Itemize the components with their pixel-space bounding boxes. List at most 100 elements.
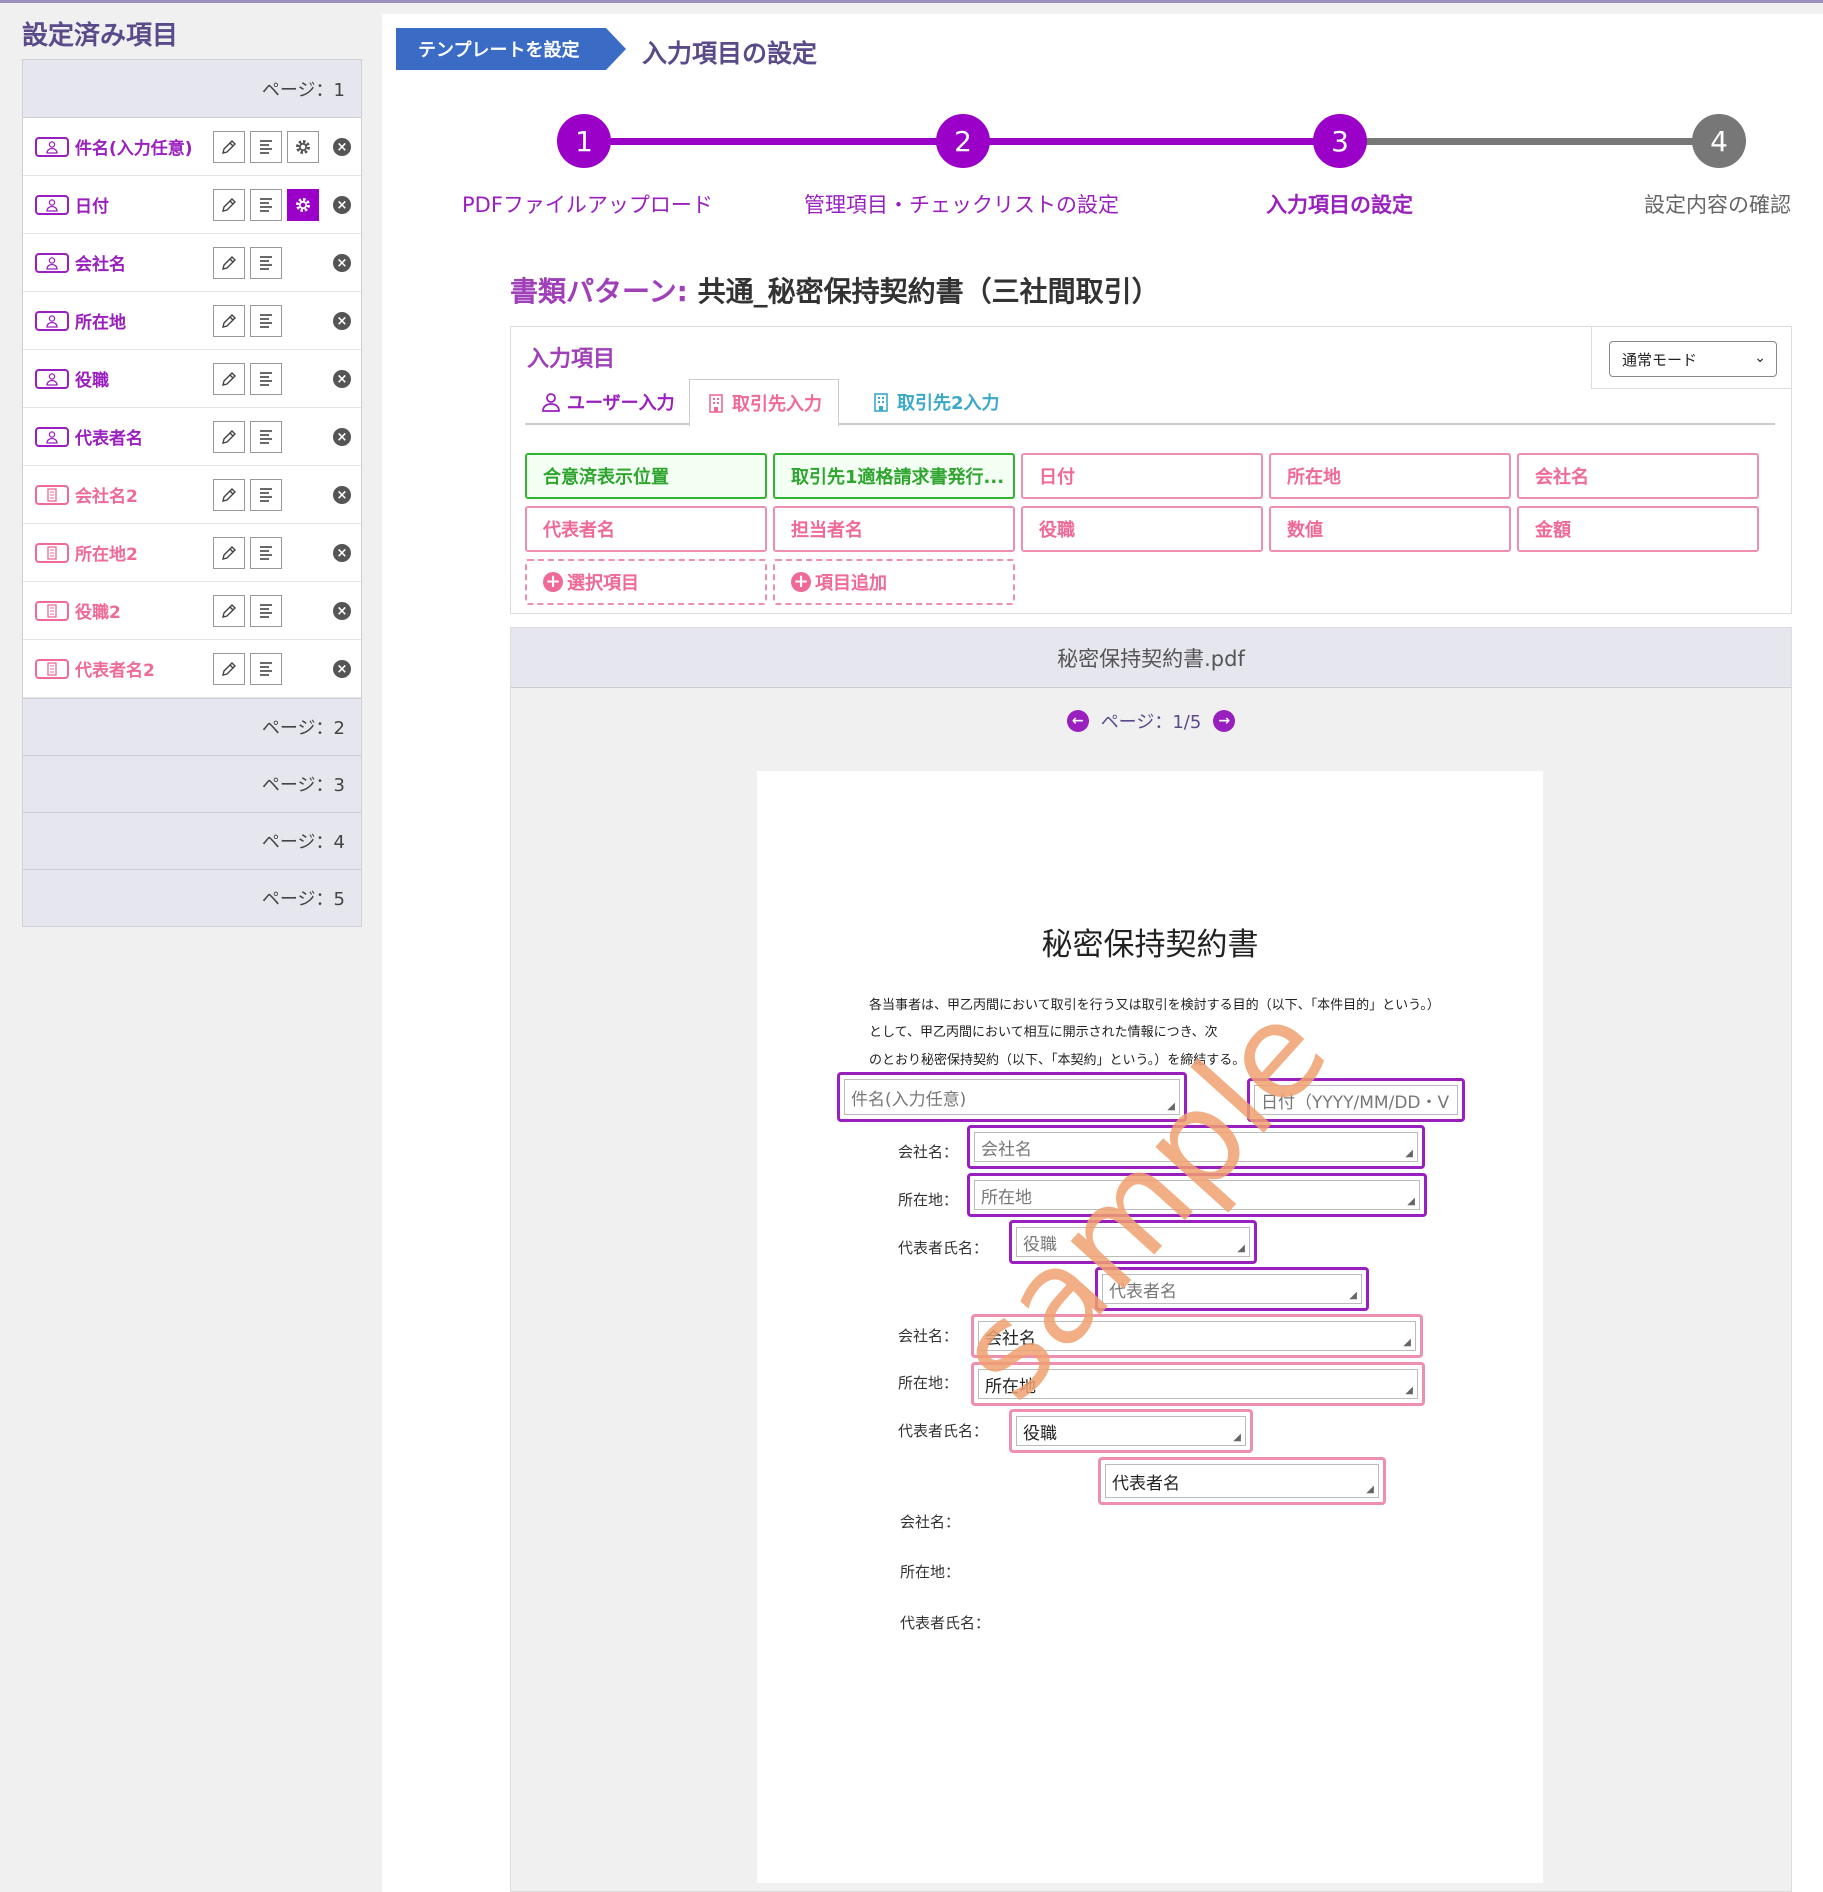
sidebar-item[interactable]: 会社名 × — [23, 234, 361, 292]
field-contact-person[interactable]: 担当者名 — [773, 506, 1015, 552]
edit-icon[interactable] — [213, 479, 245, 511]
step-1-label: PDFファイルアップロード — [462, 193, 713, 217]
page-4-header[interactable]: ページ：4 — [23, 812, 361, 869]
user-icon — [542, 393, 560, 412]
sidebar-item[interactable]: 所在地 × — [23, 292, 361, 350]
sidebar-item[interactable]: 日付 × — [23, 176, 361, 234]
tab-user-input[interactable]: ユーザー入力 — [525, 379, 691, 425]
pattern-label: 書類パターン: — [510, 275, 688, 308]
close-icon[interactable]: × — [333, 312, 351, 330]
sidebar-item-label: 日付 — [75, 197, 109, 217]
tab-partner2-input[interactable]: 取引先2入力 — [855, 379, 1016, 425]
sidebar-item-label: 会社名2 — [75, 487, 138, 507]
sidebar-item[interactable]: 役職 × — [23, 350, 361, 408]
tab-partner-input[interactable]: 取引先入力 — [689, 379, 839, 427]
next-page-icon[interactable]: → — [1213, 710, 1236, 732]
field-address[interactable]: 所在地 — [1269, 453, 1511, 499]
sidebar-item-label: 所在地2 — [75, 545, 138, 565]
edit-icon[interactable] — [213, 363, 245, 395]
align-icon[interactable] — [250, 305, 282, 337]
gear-icon[interactable] — [287, 131, 319, 163]
add-select-item-button[interactable]: + 選択項目 — [525, 559, 767, 605]
add-item-button[interactable]: + 項目追加 — [773, 559, 1015, 605]
align-icon[interactable] — [250, 247, 282, 279]
pdf-field-rep-2-text: 代表者名 — [1112, 1473, 1180, 1494]
label-rep-1: 代表者氏名： — [898, 1239, 989, 1257]
building-icon — [35, 484, 69, 505]
align-icon[interactable] — [250, 653, 282, 685]
resize-grip-icon: ◢ — [1405, 1148, 1413, 1159]
building-icon — [874, 393, 888, 412]
align-icon[interactable] — [250, 421, 282, 453]
mode-select[interactable]: 通常モード ⌄ — [1609, 341, 1777, 377]
close-icon[interactable]: × — [333, 660, 351, 678]
sidebar-item[interactable]: 件名(入力任意) × — [23, 118, 361, 176]
align-icon[interactable] — [250, 537, 282, 569]
close-icon[interactable]: × — [333, 486, 351, 504]
close-icon[interactable]: × — [333, 138, 351, 156]
pdf-preview: 秘密保持契約書.pdf ← ページ：1/5 → 秘密保持契約書 各当事者は、甲乙… — [510, 627, 1792, 1892]
align-icon[interactable] — [250, 479, 282, 511]
edit-icon[interactable] — [213, 247, 245, 279]
breadcrumb-template[interactable]: テンプレートを設定 — [396, 28, 626, 70]
close-icon[interactable]: × — [333, 544, 351, 562]
field-amount[interactable]: 金額 — [1517, 506, 1759, 552]
field-representative[interactable]: 代表者名 — [525, 506, 767, 552]
step-3-circle: 3 — [1313, 114, 1367, 168]
sidebar-item[interactable]: 代表者名2 × — [23, 640, 361, 698]
sidebar-item[interactable]: 会社名2 × — [23, 466, 361, 524]
edit-icon[interactable] — [213, 189, 245, 221]
close-icon[interactable]: × — [333, 602, 351, 620]
page-title: 入力項目の設定 — [642, 39, 818, 68]
sidebar-item[interactable]: 所在地2 × — [23, 524, 361, 582]
mode-select-value: 通常モード — [1622, 350, 1698, 369]
sidebar-item[interactable]: 代表者名 × — [23, 408, 361, 466]
sidebar-item-label: 会社名 — [75, 255, 126, 275]
field-agreed-position[interactable]: 合意済表示位置 — [525, 453, 767, 499]
align-icon[interactable] — [250, 189, 282, 221]
page-2-header[interactable]: ページ：2 — [23, 698, 361, 755]
pdf-field-rep-2[interactable]: 代表者名 ◢ — [1098, 1457, 1386, 1505]
pdf-page: 秘密保持契約書 各当事者は、甲乙丙間において取引を行う又は取引を検討する目的（以… — [757, 771, 1543, 1883]
label-rep-3: 代表者氏名： — [900, 1614, 991, 1632]
close-icon[interactable]: × — [333, 254, 351, 272]
label-address-2: 所在地： — [898, 1374, 959, 1392]
close-icon[interactable]: × — [333, 370, 351, 388]
field-number[interactable]: 数値 — [1269, 506, 1511, 552]
resize-grip-icon: ◢ — [1366, 1484, 1374, 1495]
close-icon[interactable]: × — [333, 428, 351, 446]
page-1-header[interactable]: ページ：1 — [23, 60, 361, 118]
plus-circle-icon: + — [791, 572, 811, 592]
sidebar-item[interactable]: 役職2 × — [23, 582, 361, 640]
building-icon — [709, 393, 723, 413]
edit-icon[interactable] — [213, 653, 245, 685]
prev-page-icon[interactable]: ← — [1066, 710, 1089, 732]
building-icon — [35, 600, 69, 621]
edit-icon[interactable] — [213, 595, 245, 627]
edit-icon[interactable] — [213, 421, 245, 453]
label-address-1: 所在地： — [898, 1191, 959, 1209]
edit-icon[interactable] — [213, 537, 245, 569]
resize-grip-icon: ◢ — [1233, 1432, 1241, 1443]
sidebar: 設定済み項目 ページ：1 件名(入力任意) × 日付 × 会社名 × 所在地 × 役職 × 代表者名… — [0, 3, 380, 1892]
close-icon[interactable]: × — [333, 196, 351, 214]
user-icon — [35, 252, 69, 273]
gear-icon[interactable] — [287, 189, 319, 221]
field-position[interactable]: 役職 — [1021, 506, 1263, 552]
field-date[interactable]: 日付 — [1021, 453, 1263, 499]
align-icon[interactable] — [250, 131, 282, 163]
field-company[interactable]: 会社名 — [1517, 453, 1759, 499]
stepper-remaining-line — [1342, 138, 1720, 145]
page-5-header[interactable]: ページ：5 — [23, 869, 361, 926]
pager-label: ページ：1/5 — [1100, 712, 1202, 733]
edit-icon[interactable] — [213, 305, 245, 337]
input-tabs: ユーザー入力 取引先入力 取引先2入力 — [525, 379, 1775, 427]
field-invoice-issuer[interactable]: 取引先1適格請求書発行... — [773, 453, 1015, 499]
step-1-circle: 1 — [557, 114, 611, 168]
page-3-header[interactable]: ページ：3 — [23, 755, 361, 812]
input-items-panel: 入力項目 通常モード ⌄ ユーザー入力 取引先入力 取引先2入力 合意済表示位置… — [510, 326, 1792, 614]
edit-icon[interactable] — [213, 131, 245, 163]
align-icon[interactable] — [250, 363, 282, 395]
align-icon[interactable] — [250, 595, 282, 627]
label-company-3: 会社名： — [900, 1513, 961, 1531]
